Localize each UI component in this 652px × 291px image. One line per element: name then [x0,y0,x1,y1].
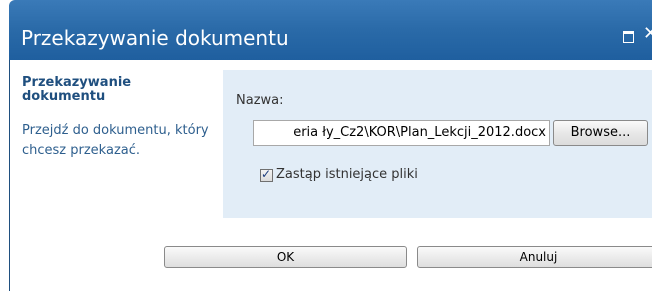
section-description: Przejdź do dokumentu, który chcesz przek… [22,123,209,158]
overwrite-label[interactable]: Zastąp istniejące pliki [276,167,418,182]
overwrite-checkbox[interactable]: ✓ [260,167,273,182]
dialog-titlebar[interactable]: Przekazywanie dokumentu ✕ [9,0,652,60]
maximize-icon[interactable] [623,31,634,43]
section-title: Przekazywanie dokumentu [22,75,132,104]
upload-dialog: Przekazywanie dokumentu ✕ Przekazywanie … [0,0,652,291]
ok-button[interactable]: OK [164,246,407,268]
name-label: Nazwa: [236,93,284,108]
checkmark-icon: ✓ [261,167,272,181]
file-path-text: eria ły_Cz2\KOR\Plan_Lekcji_2012.docx [293,125,546,140]
dialog-title: Przekazywanie dokumentu [21,26,289,50]
browse-button[interactable]: Browse... [553,120,648,146]
close-icon[interactable]: ✕ [643,24,652,44]
file-path-input[interactable]: eria ły_Cz2\KOR\Plan_Lekcji_2012.docx [253,120,550,146]
cancel-button[interactable]: Anuluj [417,246,652,268]
